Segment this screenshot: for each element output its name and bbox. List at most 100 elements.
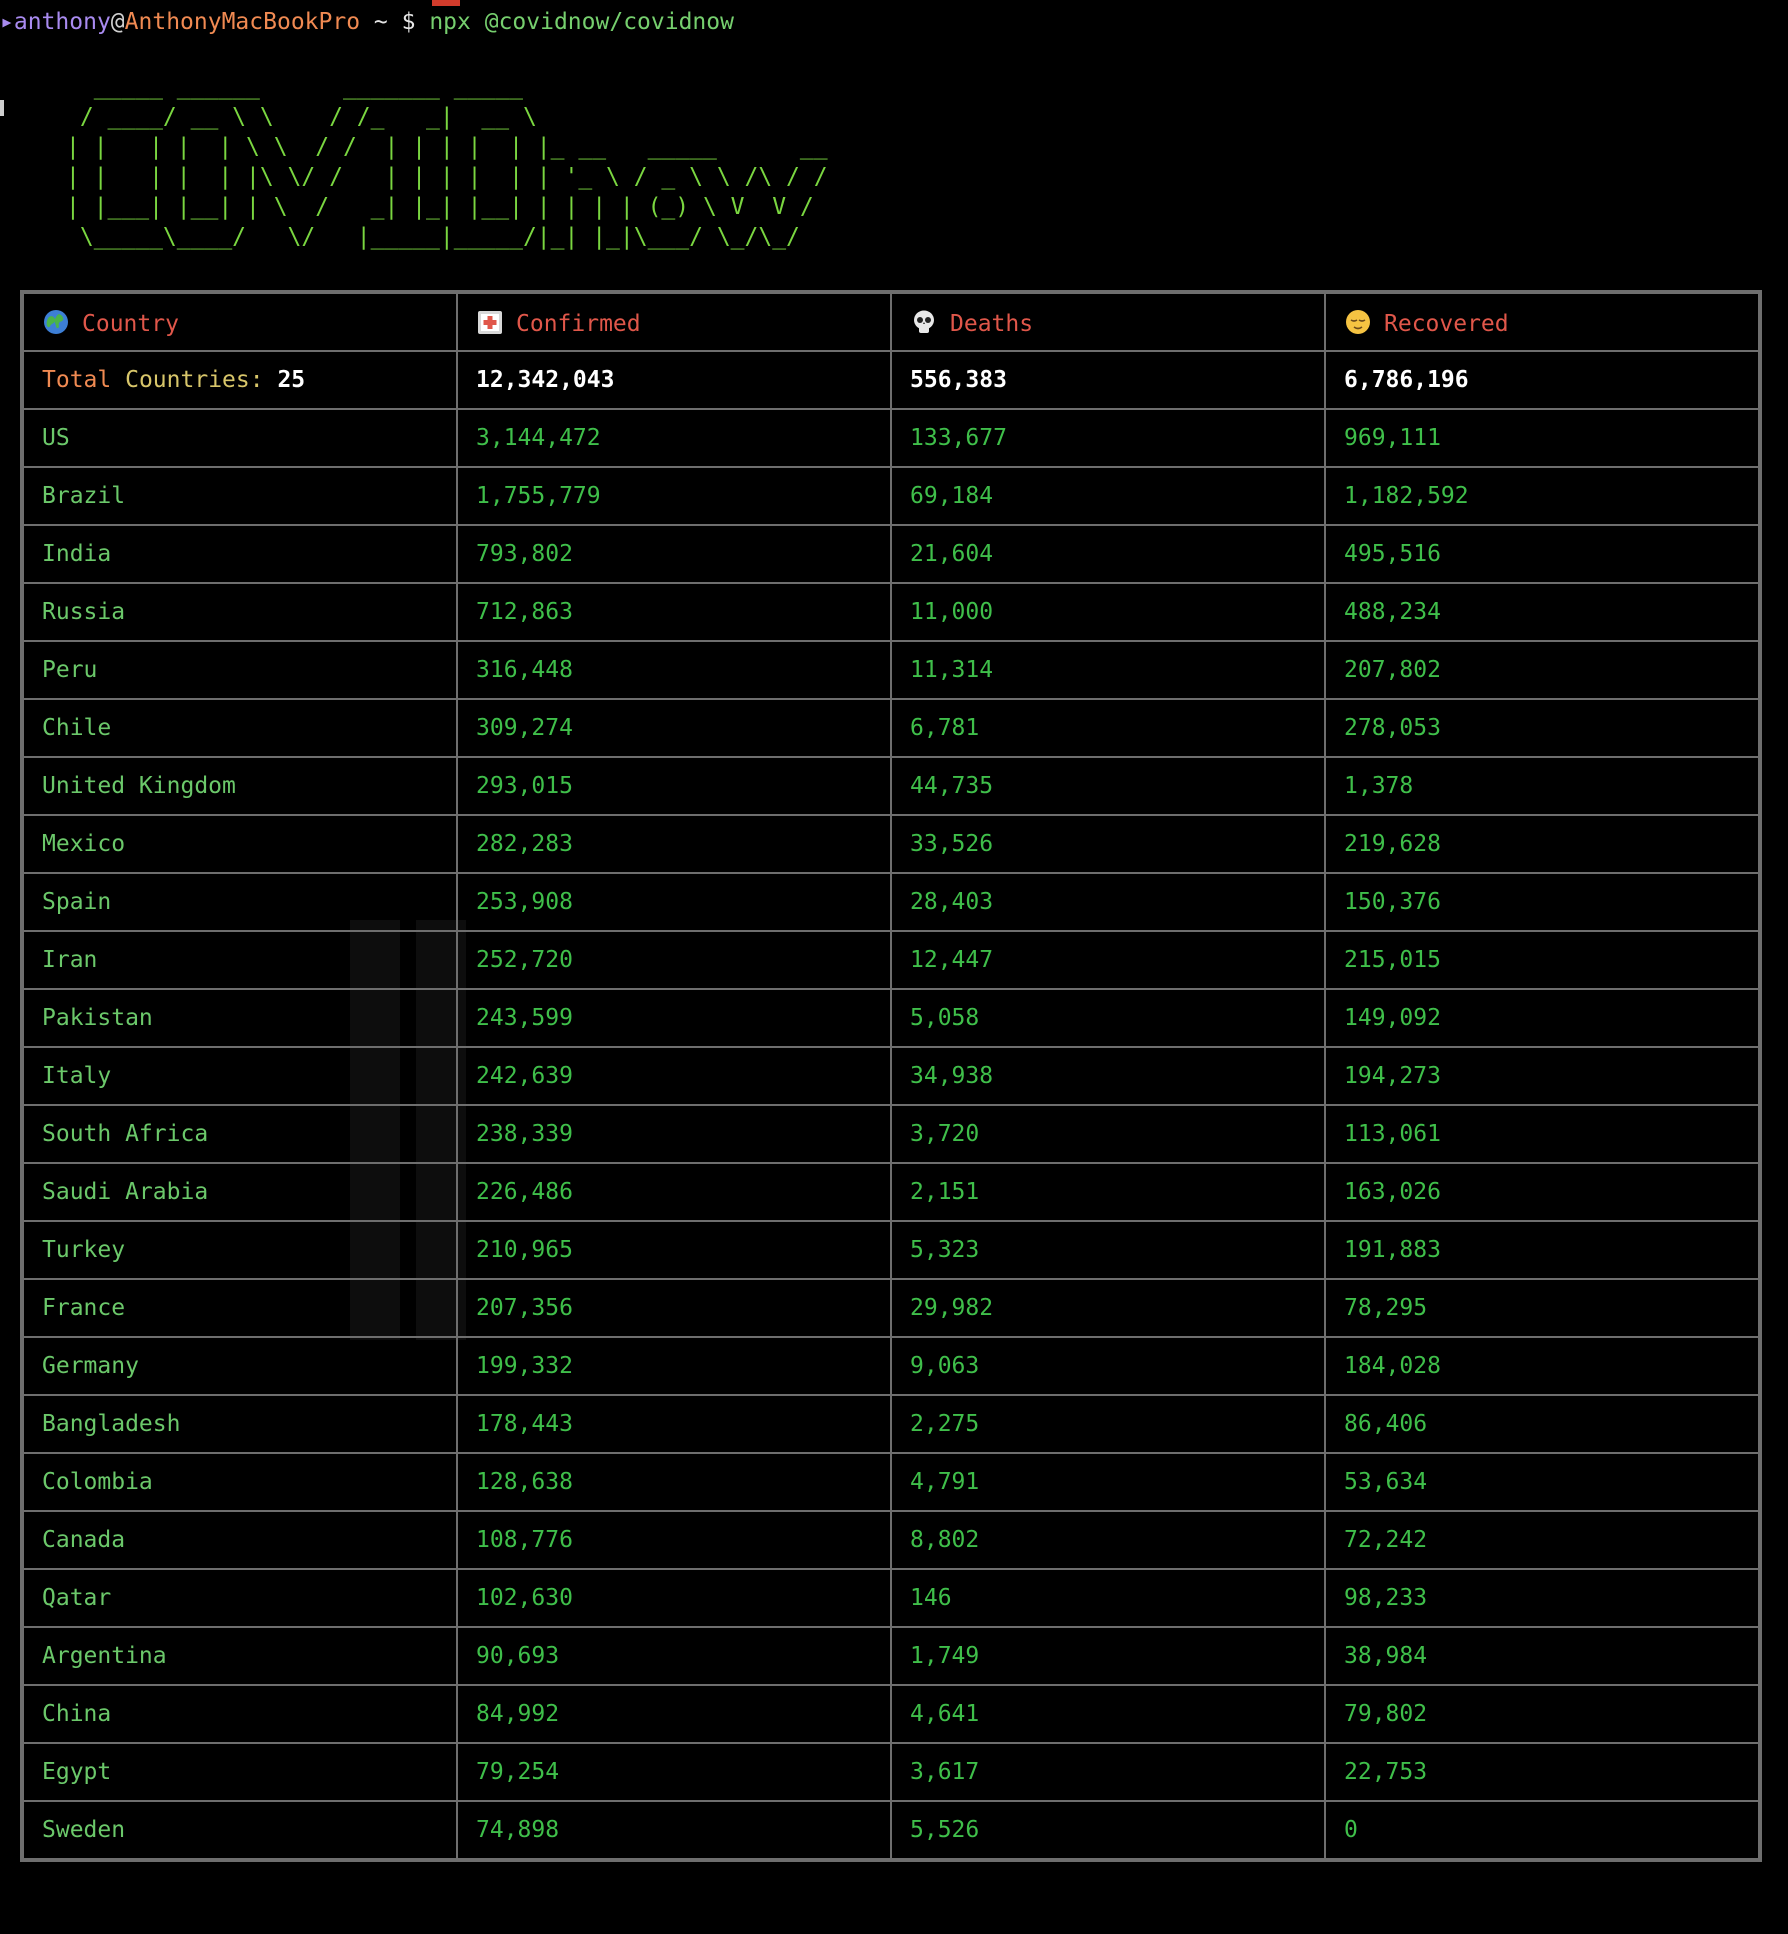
country-cell: Bangladesh (22, 1394, 458, 1454)
country-cell: Brazil (22, 466, 458, 526)
header-recovered: Recovered (1324, 292, 1760, 352)
total-recovered: 6,786,196 (1324, 350, 1760, 410)
prompt-at: @ (110, 9, 125, 35)
recovered-cell: 0 (1324, 1800, 1760, 1860)
total-country-count: 25 (277, 367, 306, 393)
recovered-cell: 495,516 (1324, 524, 1760, 584)
deaths-cell: 133,677 (890, 408, 1326, 468)
recovered-cell: 215,015 (1324, 930, 1760, 990)
recovered-cell: 22,753 (1324, 1742, 1760, 1802)
deaths-cell: 5,526 (890, 1800, 1326, 1860)
confirmed-cell: 243,599 (456, 988, 892, 1048)
confirmed-cell: 102,630 (456, 1568, 892, 1628)
recovered-cell: 194,273 (1324, 1046, 1760, 1106)
country-cell: France (22, 1278, 458, 1338)
confirmed-cell: 226,486 (456, 1162, 892, 1222)
confirmed-cell: 3,144,472 (456, 408, 892, 468)
header-country: Country (22, 292, 458, 352)
confirmed-cell: 178,443 (456, 1394, 892, 1454)
country-cell: China (22, 1684, 458, 1744)
recovered-cell: 1,182,592 (1324, 466, 1760, 526)
deaths-cell: 146 (890, 1568, 1326, 1628)
deaths-cell: 33,526 (890, 814, 1326, 874)
table-row: Turkey 210,965 5,323 191,883 (22, 1220, 1760, 1280)
confirmed-cell: 238,339 (456, 1104, 892, 1164)
recovered-cell: 86,406 (1324, 1394, 1760, 1454)
country-cell: Saudi Arabia (22, 1162, 458, 1222)
confirmed-cell: 90,693 (456, 1626, 892, 1686)
prompt-host: AnthonyMacBookPro (124, 9, 361, 35)
deaths-cell: 9,063 (890, 1336, 1326, 1396)
table-row: United Kingdom 293,015 44,735 1,378 (22, 756, 1760, 816)
covidnow-ascii-banner: _____ ______ _______ _____ / ____/ __ \ … (66, 74, 828, 250)
country-cell: Italy (22, 1046, 458, 1106)
recovered-cell: 78,295 (1324, 1278, 1760, 1338)
confirmed-cell: 316,448 (456, 640, 892, 700)
deaths-cell: 2,151 (890, 1162, 1326, 1222)
confirmed-cell: 128,638 (456, 1452, 892, 1512)
header-confirmed-label: Confirmed (516, 310, 641, 337)
deaths-cell: 34,938 (890, 1046, 1326, 1106)
country-cell: Canada (22, 1510, 458, 1570)
total-label-word: Total (42, 367, 112, 393)
table-row: Canada 108,776 8,802 72,242 (22, 1510, 1760, 1570)
prompt-dollar: $ (401, 9, 416, 35)
table-row: Mexico 282,283 33,526 219,628 (22, 814, 1760, 874)
recovered-cell: 219,628 (1324, 814, 1760, 874)
recovered-cell: 1,378 (1324, 756, 1760, 816)
recovered-cell: 207,802 (1324, 640, 1760, 700)
recovered-cell: 184,028 (1324, 1336, 1760, 1396)
total-deaths: 556,383 (890, 350, 1326, 410)
deaths-cell: 2,275 (890, 1394, 1326, 1454)
country-cell: Spain (22, 872, 458, 932)
relieved-face-icon (1346, 309, 1370, 334)
recovered-cell: 163,026 (1324, 1162, 1760, 1222)
country-cell: Sweden (22, 1800, 458, 1860)
confirmed-cell: 252,720 (456, 930, 892, 990)
table-row: Qatar 102,630 146 98,233 (22, 1568, 1760, 1628)
deaths-cell: 4,641 (890, 1684, 1326, 1744)
header-deaths: Deaths (890, 292, 1326, 352)
country-cell: Egypt (22, 1742, 458, 1802)
recovered-cell: 72,242 (1324, 1510, 1760, 1570)
prompt-path: ~ (360, 9, 402, 35)
total-confirmed: 12,342,043 (456, 350, 892, 410)
deaths-cell: 21,604 (890, 524, 1326, 584)
confirmed-cell: 74,898 (456, 1800, 892, 1860)
header-recovered-label: Recovered (1384, 310, 1509, 337)
recovered-cell: 38,984 (1324, 1626, 1760, 1686)
country-cell: Colombia (22, 1452, 458, 1512)
deaths-cell: 69,184 (890, 466, 1326, 526)
deaths-cell: 3,720 (890, 1104, 1326, 1164)
total-label-countries: Countries: (125, 367, 264, 393)
header-country-label: Country (82, 310, 179, 337)
recovered-cell: 278,053 (1324, 698, 1760, 758)
table-row: France 207,356 29,982 78,295 (22, 1278, 1760, 1338)
table-row: Saudi Arabia 226,486 2,151 163,026 (22, 1162, 1760, 1222)
country-cell: India (22, 524, 458, 584)
confirmed-cell: 84,992 (456, 1684, 892, 1744)
table-row: Germany 199,332 9,063 184,028 (22, 1336, 1760, 1396)
country-cell: Chile (22, 698, 458, 758)
confirmed-cell: 309,274 (456, 698, 892, 758)
country-cell: US (22, 408, 458, 468)
table-row: Chile 309,274 6,781 278,053 (22, 698, 1760, 758)
deaths-cell: 6,781 (890, 698, 1326, 758)
confirmed-cell: 793,802 (456, 524, 892, 584)
skull-icon (914, 310, 934, 333)
deaths-cell: 4,791 (890, 1452, 1326, 1512)
line-marker (0, 100, 4, 116)
table-row: Egypt 79,254 3,617 22,753 (22, 1742, 1760, 1802)
country-cell: Peru (22, 640, 458, 700)
total-row: Total Countries: 25 12,342,043 556,383 6… (22, 350, 1760, 410)
table-header-row: Country Confirmed Deaths Recovered (22, 292, 1760, 352)
recovered-cell: 488,234 (1324, 582, 1760, 642)
confirmed-cell: 199,332 (456, 1336, 892, 1396)
confirmed-cell: 210,965 (456, 1220, 892, 1280)
deaths-cell: 44,735 (890, 756, 1326, 816)
country-cell: Pakistan (22, 988, 458, 1048)
recovered-cell: 191,883 (1324, 1220, 1760, 1280)
deaths-cell: 29,982 (890, 1278, 1326, 1338)
country-cell: United Kingdom (22, 756, 458, 816)
confirmed-cell: 253,908 (456, 872, 892, 932)
